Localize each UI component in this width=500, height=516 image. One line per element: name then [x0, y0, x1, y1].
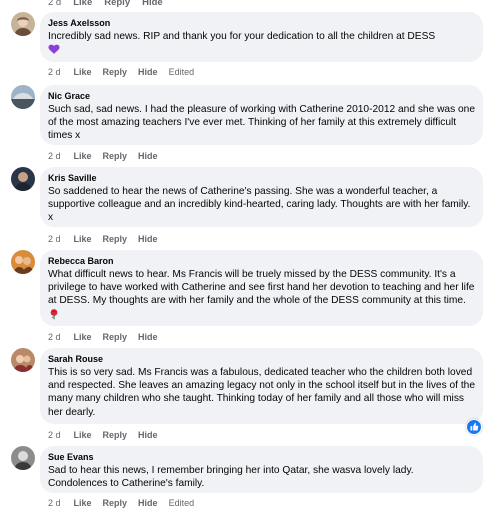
- hide-link[interactable]: Hide: [138, 234, 158, 244]
- avatar[interactable]: [11, 348, 35, 372]
- comment-time[interactable]: 2 d: [48, 67, 61, 77]
- comment-bubble: Rebecca Baron What difficult news to hea…: [40, 250, 483, 326]
- comment-text-body: Incredibly sad news. RIP and thank you f…: [48, 31, 436, 42]
- commenter-name[interactable]: Sue Evans: [48, 451, 475, 463]
- avatar[interactable]: [11, 12, 35, 36]
- reply-link[interactable]: Reply: [103, 151, 128, 161]
- comment-bubble: Jess Axelsson Incredibly sad news. RIP a…: [40, 12, 483, 62]
- comment-actions: 2 d Like Reply Hide: [48, 332, 158, 342]
- like-link[interactable]: Like: [74, 151, 92, 161]
- like-link[interactable]: Like: [74, 498, 92, 508]
- like-link[interactable]: Like: [73, 0, 92, 8]
- like-link[interactable]: Like: [74, 67, 92, 77]
- top-comment-actions: 2 d Like Reply Hide: [48, 0, 163, 8]
- like-link[interactable]: Like: [74, 332, 92, 342]
- edited-label[interactable]: Edited: [169, 498, 195, 508]
- comment-bubble: Nic Grace Such sad, sad news. I had the …: [40, 85, 483, 145]
- rose-icon: [48, 308, 60, 320]
- comment-text-body: What difficult news to hear. Ms Francis …: [48, 269, 475, 307]
- comment-text: So saddened to hear the news of Catherin…: [48, 186, 471, 224]
- comment-actions: 2 d Like Reply Hide: [48, 430, 158, 440]
- avatar[interactable]: [11, 167, 35, 191]
- comment-text: Sad to hear this news, I remember bringi…: [48, 465, 414, 490]
- commenter-name[interactable]: Jess Axelsson: [48, 17, 475, 29]
- reply-link[interactable]: Reply: [103, 234, 128, 244]
- comment-text: This is so very sad. Ms Francis was a fa…: [48, 367, 476, 418]
- reply-link[interactable]: Reply: [104, 0, 130, 8]
- reply-link[interactable]: Reply: [103, 67, 128, 77]
- purple-heart-icon: [48, 43, 60, 55]
- edited-label[interactable]: Edited: [169, 67, 195, 77]
- comment-actions: 2 d Like Reply Hide: [48, 151, 158, 161]
- comment-time[interactable]: 2 d: [48, 151, 61, 161]
- reply-link[interactable]: Reply: [103, 430, 128, 440]
- hide-link[interactable]: Hide: [138, 67, 158, 77]
- avatar[interactable]: [11, 446, 35, 470]
- comment-time[interactable]: 2 d: [48, 332, 61, 342]
- comment-text: Such sad, sad news. I had the pleasure o…: [48, 104, 476, 142]
- avatar[interactable]: [11, 250, 35, 274]
- comment-time[interactable]: 2 d: [48, 498, 61, 508]
- commenter-name[interactable]: Sarah Rouse: [48, 353, 475, 365]
- hide-link[interactable]: Hide: [142, 0, 163, 8]
- commenter-name[interactable]: Nic Grace: [48, 90, 475, 102]
- hide-link[interactable]: Hide: [138, 332, 158, 342]
- comment-time[interactable]: 2 d: [48, 430, 61, 440]
- commenter-name[interactable]: Kris Saville: [48, 172, 475, 184]
- hide-link[interactable]: Hide: [138, 151, 158, 161]
- comment-bubble: Kris Saville So saddened to hear the new…: [40, 167, 483, 227]
- comment-actions: 2 d Like Reply Hide Edited: [48, 67, 194, 77]
- hide-link[interactable]: Hide: [138, 430, 158, 440]
- comment-bubble: Sue Evans Sad to hear this news, I remem…: [40, 446, 483, 493]
- comment-time[interactable]: 2 d: [48, 234, 61, 244]
- comment-actions: 2 d Like Reply Hide: [48, 234, 158, 244]
- like-reaction-icon[interactable]: [466, 419, 482, 435]
- comment-text: Incredibly sad news. RIP and thank you f…: [48, 30, 475, 57]
- hide-link[interactable]: Hide: [138, 498, 158, 508]
- comment-text: What difficult news to hear. Ms Francis …: [48, 268, 475, 322]
- avatar[interactable]: [11, 85, 35, 109]
- comment-actions: 2 d Like Reply Hide Edited: [48, 498, 194, 508]
- comment-time[interactable]: 2 d: [48, 0, 61, 8]
- comment-bubble: Sarah Rouse This is so very sad. Ms Fran…: [40, 348, 483, 424]
- reply-link[interactable]: Reply: [103, 498, 128, 508]
- commenter-name[interactable]: Rebecca Baron: [48, 255, 475, 267]
- like-link[interactable]: Like: [74, 430, 92, 440]
- reply-link[interactable]: Reply: [103, 332, 128, 342]
- like-link[interactable]: Like: [74, 234, 92, 244]
